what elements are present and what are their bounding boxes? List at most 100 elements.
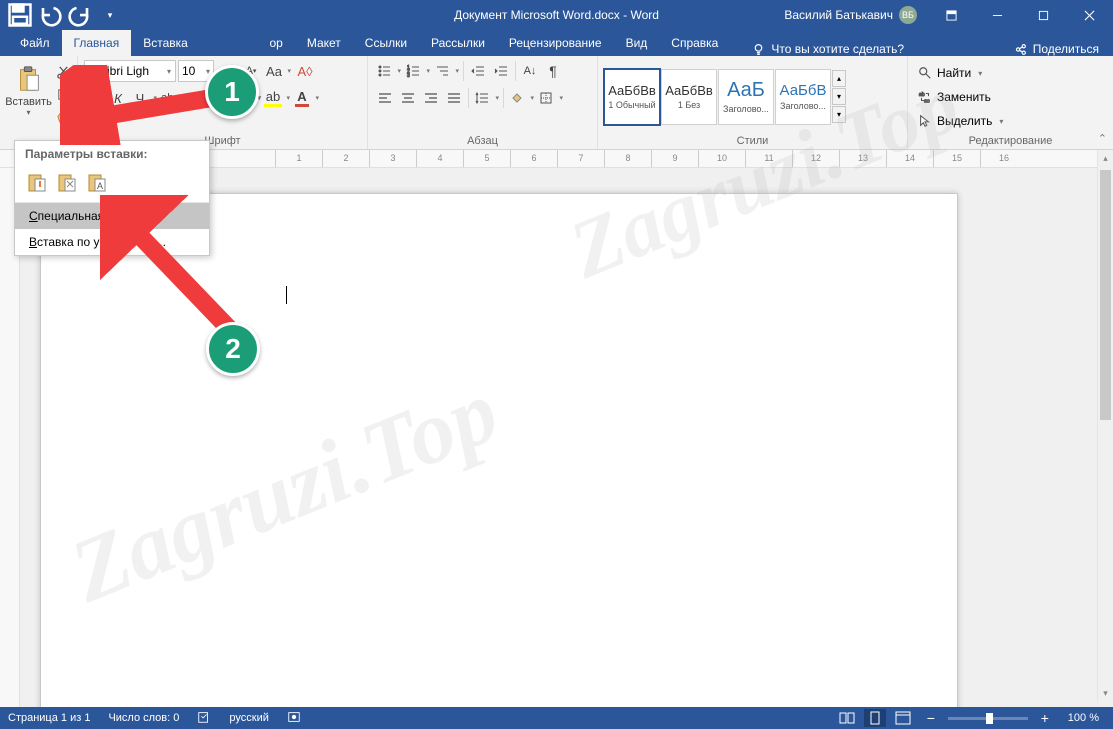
select-button[interactable]: Выделить ▾: [914, 110, 1007, 132]
ruler-mark: 13: [839, 150, 886, 167]
subscript-button[interactable]: x2: [182, 87, 204, 109]
group-clipboard: Вставить ▾ cb: [0, 56, 78, 149]
search-icon: [918, 66, 932, 80]
document-page[interactable]: [40, 193, 958, 707]
style-normal[interactable]: АаБбВв 1 Обычный: [604, 69, 660, 125]
borders-icon[interactable]: [536, 87, 564, 109]
format-painter-icon[interactable]: [53, 106, 73, 126]
undo-icon[interactable]: [36, 3, 64, 27]
style-preview: АаБбВ: [780, 82, 827, 99]
paste-keep-source-icon[interactable]: [25, 170, 49, 194]
window-title: Документ Microsoft Word.docx - Word: [454, 8, 659, 22]
tab-home[interactable]: Главная: [62, 30, 132, 56]
style-preview: АаБ: [727, 79, 765, 102]
align-left-icon[interactable]: [374, 87, 396, 109]
style-heading2[interactable]: АаБбВ Заголово...: [775, 69, 831, 125]
style-heading1[interactable]: АаБ Заголово...: [718, 69, 774, 125]
word-count[interactable]: Число слов: 0: [108, 712, 179, 724]
vertical-scrollbar[interactable]: ▴ ▾: [1097, 150, 1113, 701]
paste-button[interactable]: Вставить ▾: [6, 60, 51, 133]
tab-layout[interactable]: Макет: [295, 30, 353, 56]
ruler-mark: 6: [510, 150, 557, 167]
replace-button[interactable]: abac Заменить: [914, 86, 1007, 108]
change-case-button[interactable]: Aa: [264, 60, 292, 82]
italic-button[interactable]: К: [107, 87, 129, 109]
align-center-icon[interactable]: [397, 87, 419, 109]
tab-file[interactable]: Файл: [8, 30, 62, 56]
strikethrough-button[interactable]: abc: [159, 87, 181, 109]
annotation-badge-1: 1: [205, 65, 259, 119]
close-icon[interactable]: [1067, 0, 1111, 30]
tab-insert[interactable]: Вставка: [131, 30, 200, 56]
paste-default-item[interactable]: Вставка по умолчанию...: [15, 229, 209, 255]
style-name: Заголово...: [723, 104, 769, 114]
ruler-mark: 1: [275, 150, 322, 167]
page-indicator[interactable]: Страница 1 из 1: [8, 712, 90, 724]
separator: [503, 88, 504, 108]
style-no-spacing[interactable]: АаБбВв 1 Без инте...: [661, 69, 717, 125]
style-name: 1 Обычный: [608, 100, 655, 110]
macro-icon[interactable]: [287, 710, 301, 727]
paste-special-item[interactable]: Специальная вставка...: [15, 203, 209, 229]
increase-indent-icon[interactable]: [490, 60, 512, 82]
print-layout-icon[interactable]: [864, 709, 886, 727]
paste-text-only-icon[interactable]: A: [85, 170, 109, 194]
ruler-mark: 15: [933, 150, 980, 167]
line-spacing-icon[interactable]: [472, 87, 500, 109]
redo-icon[interactable]: [66, 3, 94, 27]
font-color-icon[interactable]: A: [292, 87, 320, 109]
justify-icon[interactable]: [443, 87, 465, 109]
read-mode-icon[interactable]: [836, 709, 858, 727]
ruler-mark: 2: [322, 150, 369, 167]
tab-mailings[interactable]: Рассылки: [419, 30, 497, 56]
show-marks-icon[interactable]: ¶: [542, 60, 564, 82]
highlight-color-icon[interactable]: ab: [263, 87, 291, 109]
tab-help[interactable]: Справка: [659, 30, 730, 56]
styles-up-icon[interactable]: ▴: [832, 70, 846, 87]
scroll-up-icon[interactable]: ▴: [1098, 150, 1113, 166]
paste-dropdown-icon[interactable]: ▾: [26, 108, 30, 117]
cut-icon[interactable]: [53, 62, 73, 82]
tab-view[interactable]: Вид: [614, 30, 660, 56]
tell-me-search[interactable]: Что вы хотите сделать?: [740, 42, 916, 56]
ruler-mark: 9: [651, 150, 698, 167]
shading-icon[interactable]: [507, 87, 535, 109]
ruler-mark: 3: [369, 150, 416, 167]
maximize-icon[interactable]: [1021, 0, 1065, 30]
decrease-indent-icon[interactable]: [467, 60, 489, 82]
zoom-slider[interactable]: [948, 717, 1028, 720]
tab-references[interactable]: Ссылки: [353, 30, 419, 56]
minimize-icon[interactable]: [975, 0, 1019, 30]
qat-more-icon[interactable]: ▾: [96, 3, 124, 27]
styles-down-icon[interactable]: ▾: [832, 88, 846, 105]
numbering-icon[interactable]: 123: [403, 60, 431, 82]
web-layout-icon[interactable]: [892, 709, 914, 727]
underline-button[interactable]: Ч: [130, 87, 158, 109]
zoom-out-icon[interactable]: −: [920, 709, 942, 727]
paste-merge-icon[interactable]: [55, 170, 79, 194]
sort-icon[interactable]: A↓: [519, 60, 541, 82]
zoom-level[interactable]: 100 %: [1068, 712, 1099, 724]
find-button[interactable]: Найти ▾: [914, 62, 1007, 84]
font-name-select[interactable]: Calibri Ligh▾: [84, 60, 176, 82]
user-account[interactable]: Василий Батькавич ВБ: [774, 6, 927, 24]
proofing-icon[interactable]: [197, 710, 211, 727]
copy-icon[interactable]: [53, 84, 73, 104]
clear-formatting-icon[interactable]: A◊: [294, 60, 316, 82]
scroll-thumb[interactable]: [1100, 170, 1111, 420]
collapse-ribbon-icon[interactable]: ⌃: [1094, 130, 1111, 147]
ribbon-display-options-icon[interactable]: [929, 0, 973, 30]
style-name: Заголово...: [780, 101, 826, 111]
bold-button[interactable]: Ж: [84, 87, 106, 109]
multilevel-list-icon[interactable]: [432, 60, 460, 82]
tab-review[interactable]: Рецензирование: [497, 30, 614, 56]
bullets-icon[interactable]: [374, 60, 402, 82]
language-indicator[interactable]: русский: [229, 712, 268, 724]
align-right-icon[interactable]: [420, 87, 442, 109]
styles-more-icon[interactable]: ▾: [832, 106, 846, 123]
share-button[interactable]: Поделиться: [1000, 42, 1113, 56]
scroll-down-icon[interactable]: ▾: [1098, 685, 1113, 701]
tab-partial[interactable]: ор: [265, 30, 295, 56]
save-icon[interactable]: [6, 3, 34, 27]
zoom-in-icon[interactable]: +: [1034, 709, 1056, 727]
